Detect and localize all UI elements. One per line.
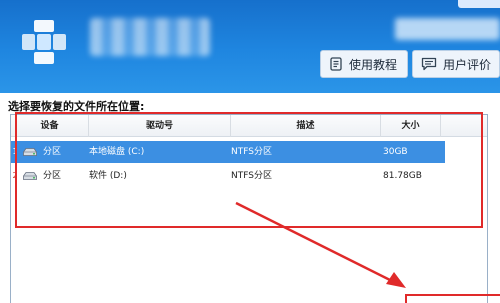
column-description[interactable]: 描述: [231, 115, 381, 137]
location-prompt: 选择要恢复的文件所在位置:: [8, 100, 145, 113]
column-drive[interactable]: 驱动号: [89, 115, 231, 137]
disk-icon: [23, 148, 37, 156]
row-index: 1: [12, 147, 18, 156]
app-title-blurred: [90, 18, 210, 56]
cell-description: NTFS分区: [231, 147, 272, 157]
chat-icon: [421, 57, 437, 71]
cell-size: 30GB: [383, 147, 408, 157]
cell-description: NTFS分区: [231, 171, 272, 181]
row-index: 2: [12, 171, 18, 180]
window-control-tab[interactable]: [458, 0, 500, 8]
book-icon: [330, 57, 342, 71]
cell-device: 分区: [43, 147, 62, 157]
user-review-label: 用户评价: [443, 57, 492, 72]
cell-device: 分区: [43, 171, 62, 181]
disk-icon: [23, 172, 37, 180]
cell-drive: 软件 (D:): [89, 171, 127, 181]
table-row[interactable]: 2 分区 软件 (D:) NTFS分区 81.78GB: [11, 165, 445, 187]
header-info-blurred: [395, 18, 500, 40]
tutorial-label: 使用教程: [349, 57, 398, 72]
table-row[interactable]: 1 分区 本地磁盘 (C:) NTFS分区 30GB: [11, 141, 445, 163]
column-device[interactable]: 设备: [11, 115, 89, 137]
tutorial-button[interactable]: 使用教程: [320, 50, 408, 78]
user-review-button[interactable]: 用户评价: [412, 50, 500, 78]
cell-drive: 本地磁盘 (C:): [89, 147, 145, 157]
partition-table[interactable]: 设备 驱动号 描述 大小 1 分区 本地磁盘 (C:) NTFS分区 30GB …: [10, 114, 488, 303]
app-logo-icon: [22, 20, 66, 64]
table-header: 设备 驱动号 描述 大小: [11, 115, 487, 137]
app-header: 使用教程 用户评价: [0, 0, 500, 93]
column-size[interactable]: 大小: [381, 115, 441, 137]
cell-size: 81.78GB: [383, 171, 422, 181]
